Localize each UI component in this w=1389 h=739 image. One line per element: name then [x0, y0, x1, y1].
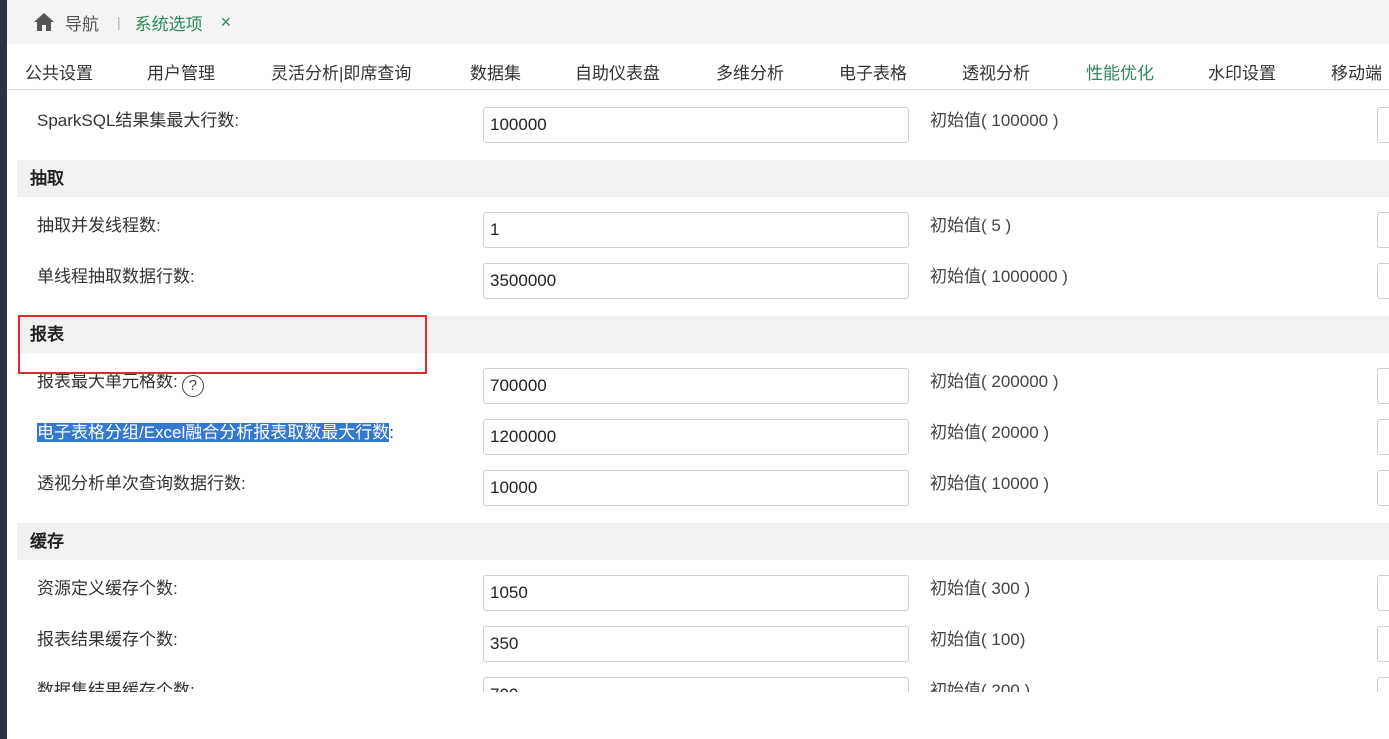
selected-label-text: 电子表格分组/Excel融合分析报表取数最大行数: [37, 423, 390, 442]
setting-row-dataset-cache: 数据集结果缓存个数: 初始值( 200 ): [7, 665, 1389, 692]
setting-label: 电子表格分组/Excel融合分析报表取数最大行数:: [37, 407, 394, 458]
tab-mobile[interactable]: 移动端: [1331, 59, 1382, 93]
initial-value: 初始值( 200000 ): [930, 372, 1059, 391]
reset-button[interactable]: [1377, 263, 1389, 299]
resource-cache-input[interactable]: [483, 575, 909, 611]
left-app-strip: [0, 0, 7, 739]
tab-public-settings[interactable]: 公共设置: [25, 59, 93, 93]
reset-button[interactable]: [1377, 470, 1389, 506]
initial-value: 初始值( 300 ): [930, 579, 1031, 598]
report-max-cells-input[interactable]: [483, 368, 909, 404]
reset-button[interactable]: [1377, 368, 1389, 404]
setting-row-sparksql: SparkSQL结果集最大行数: 初始值( 100000 ): [7, 95, 1389, 146]
nav-label[interactable]: 导航: [65, 10, 99, 35]
setting-label: 报表结果缓存个数:: [37, 630, 178, 649]
home-icon[interactable]: [33, 12, 55, 32]
tab-multidimensional-analysis[interactable]: 多维分析: [716, 59, 784, 93]
tab-spreadsheet[interactable]: 电子表格: [839, 59, 907, 93]
setting-label: 资源定义缓存个数:: [37, 579, 178, 598]
annotation-highlight-box: [18, 315, 427, 374]
breadcrumb-bar: 导航 | 系统选项 ×: [7, 0, 1389, 44]
setting-row-extract-rows: 单线程抽取数据行数: 初始值( 1000000 ): [7, 251, 1389, 302]
initial-value: 初始值( 100000 ): [930, 111, 1059, 130]
tab-dataset[interactable]: 数据集: [470, 59, 521, 93]
setting-row-resource-cache: 资源定义缓存个数: 初始值( 300 ): [7, 563, 1389, 614]
reset-button[interactable]: [1377, 419, 1389, 455]
reset-button[interactable]: [1377, 212, 1389, 248]
settings-content[interactable]: SparkSQL结果集最大行数: 初始值( 100000 ) 抽取 抽取并发线程…: [7, 91, 1389, 692]
section-header-extract: 抽取: [17, 160, 1389, 197]
initial-value: 初始值( 10000 ): [930, 474, 1050, 493]
initial-value: 初始值( 100): [930, 630, 1026, 649]
tab-pivot-analysis[interactable]: 透视分析: [962, 59, 1030, 93]
setting-label: 抽取并发线程数:: [37, 216, 161, 235]
initial-value: 初始值( 1000000 ): [930, 267, 1068, 286]
setting-row-excel-group: 电子表格分组/Excel融合分析报表取数最大行数: 初始值( 20000 ): [7, 407, 1389, 458]
tab-watermark-settings[interactable]: 水印设置: [1208, 59, 1276, 93]
initial-value: 初始值( 200 ): [930, 681, 1031, 692]
initial-value: 初始值( 5 ): [930, 216, 1012, 235]
reset-button[interactable]: [1377, 107, 1389, 143]
settings-tabs: 公共设置 用户管理 灵活分析|即席查询 数据集 自助仪表盘 多维分析 电子表格 …: [7, 44, 1389, 93]
label-colon: :: [389, 423, 395, 442]
setting-row-extract-threads: 抽取并发线程数: 初始值( 5 ): [7, 200, 1389, 251]
setting-label-text: 报表最大单元格数:: [37, 372, 178, 391]
section-header-cache: 缓存: [17, 523, 1389, 560]
tab-user-management[interactable]: 用户管理: [147, 59, 215, 93]
setting-label: SparkSQL结果集最大行数:: [37, 111, 240, 130]
setting-label: 数据集结果缓存个数:: [37, 681, 195, 692]
breadcrumb-separator: |: [117, 14, 121, 30]
dataset-cache-input[interactable]: [483, 677, 909, 692]
extract-threads-input[interactable]: [483, 212, 909, 248]
report-cache-input[interactable]: [483, 626, 909, 662]
tab-self-service-dashboard[interactable]: 自助仪表盘: [575, 59, 660, 93]
excel-group-max-rows-input[interactable]: [483, 419, 909, 455]
setting-label: 透视分析单次查询数据行数:: [37, 474, 246, 493]
reset-button[interactable]: [1377, 575, 1389, 611]
pivot-query-rows-input[interactable]: [483, 470, 909, 506]
setting-row-report-cache: 报表结果缓存个数: 初始值( 100): [7, 614, 1389, 665]
close-icon[interactable]: ×: [221, 12, 232, 33]
help-icon[interactable]: ?: [181, 375, 204, 397]
tab-performance-optimization[interactable]: 性能优化: [1078, 59, 1162, 93]
setting-row-pivot-rows: 透视分析单次查询数据行数: 初始值( 10000 ): [7, 458, 1389, 509]
reset-button[interactable]: [1377, 626, 1389, 662]
initial-value: 初始值( 20000 ): [930, 423, 1050, 442]
tab-flexible-analysis[interactable]: 灵活分析|即席查询: [271, 59, 411, 93]
setting-label: 单线程抽取数据行数:: [37, 267, 195, 286]
sparksql-max-rows-input[interactable]: [483, 107, 909, 143]
reset-button[interactable]: [1377, 677, 1389, 692]
extract-rows-input[interactable]: [483, 263, 909, 299]
tab-system-options[interactable]: 系统选项: [135, 10, 203, 35]
